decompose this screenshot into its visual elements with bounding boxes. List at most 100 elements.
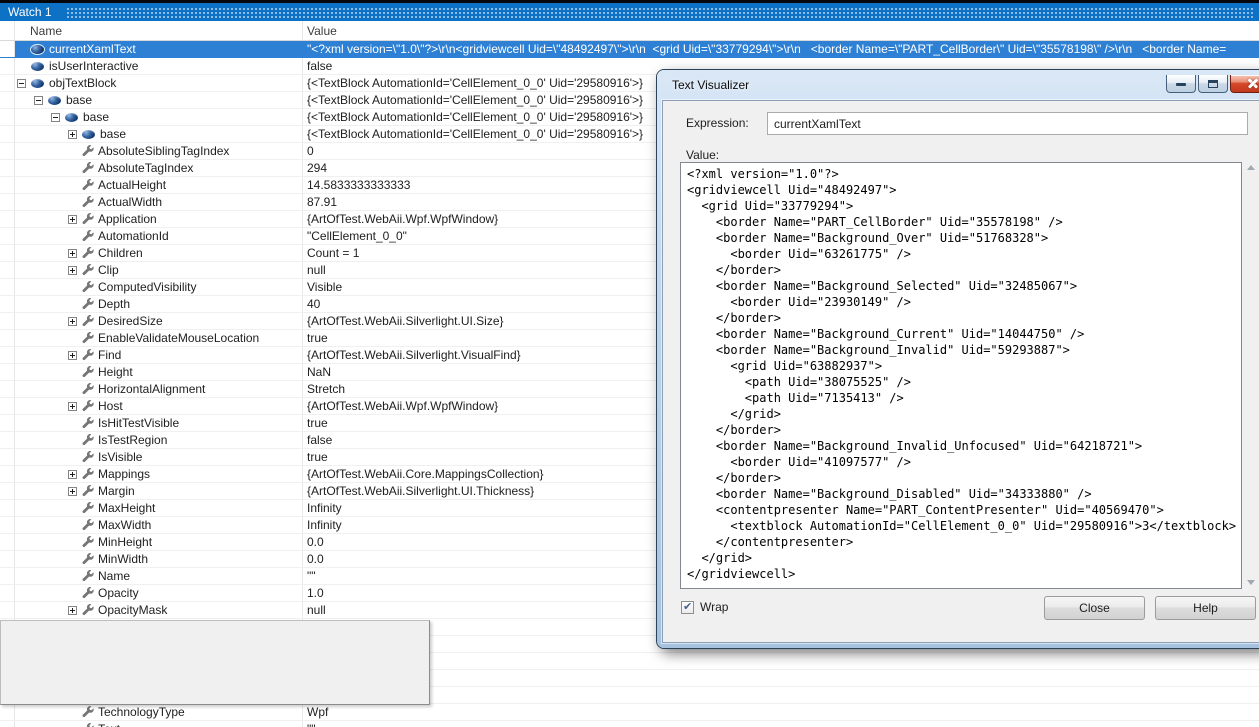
row-name-cell: Name [15, 568, 303, 584]
row-gutter [0, 568, 15, 584]
wrench-icon [82, 366, 94, 378]
value-label: Value: [686, 148, 720, 162]
row-name-cell: Children [15, 245, 303, 261]
expander-toggle[interactable] [34, 95, 43, 105]
wrench-icon [82, 179, 94, 191]
row-name: TechnologyType [98, 705, 185, 719]
expander-toggle[interactable] [68, 486, 77, 496]
column-header-name[interactable]: Name [15, 21, 303, 40]
wrench-icon [82, 723, 94, 727]
column-header-value[interactable]: Value [303, 21, 1259, 40]
row-name-cell: isUserInteractive [15, 58, 303, 74]
row-gutter [0, 75, 15, 91]
row-name: AbsoluteTagIndex [98, 161, 194, 175]
row-name: Height [98, 365, 133, 379]
value-text-box[interactable]: <?xml version="1.0"?> <gridviewcell Uid=… [680, 162, 1242, 589]
expander-toggle[interactable] [68, 248, 77, 258]
wrench-icon [82, 519, 94, 531]
row-gutter [0, 347, 15, 363]
close-button[interactable]: Close [1044, 596, 1145, 620]
row-name-cell: base [15, 92, 303, 108]
expander-toggle[interactable] [68, 265, 77, 275]
row-gutter [0, 245, 15, 261]
expander-toggle[interactable] [68, 316, 77, 326]
row-name-cell: Mappings [15, 466, 303, 482]
row-value[interactable] [303, 653, 1259, 669]
row-name-cell: Host [15, 398, 303, 414]
row-name: Name [98, 569, 131, 583]
watch-titlebar[interactable]: Watch 1 [0, 0, 1259, 21]
watch-row[interactable]: Text "" [0, 721, 1259, 727]
wrap-checkbox[interactable] [681, 600, 694, 614]
expander-toggle[interactable] [68, 350, 77, 360]
wrench-icon [82, 247, 94, 259]
row-gutter [0, 126, 15, 142]
expander-toggle[interactable] [68, 605, 77, 615]
row-name: Find [98, 348, 122, 362]
wrap-option: Wrap [681, 600, 728, 614]
wrench-icon [82, 570, 94, 582]
expander-toggle[interactable] [17, 78, 26, 88]
expander-toggle[interactable] [68, 469, 77, 479]
scroll-up-icon[interactable] [1247, 165, 1255, 170]
header-gutter [0, 21, 15, 40]
row-gutter [0, 364, 15, 380]
row-name: Text [98, 722, 120, 727]
row-name: MinWidth [98, 552, 149, 566]
help-button[interactable]: Help [1155, 596, 1256, 620]
row-name-cell: OpacityMask [15, 602, 303, 618]
row-name: Opacity [98, 586, 139, 600]
row-name: base [100, 127, 127, 141]
wrench-icon [82, 451, 94, 463]
row-gutter [0, 92, 15, 108]
wrench-icon [82, 298, 94, 310]
expression-label: Expression: [686, 116, 749, 130]
expander-toggle[interactable] [68, 214, 77, 224]
field-icon [65, 112, 78, 122]
row-name: IsVisible [98, 450, 143, 464]
wrench-icon [82, 502, 94, 514]
wrench-icon [82, 400, 94, 412]
row-name-cell: IsVisible [15, 449, 303, 465]
field-icon [48, 95, 61, 105]
row-name: IsHitTestVisible [98, 416, 180, 430]
text-visualizer-dialog: Text Visualizer Expression: Value: <?xml… [657, 70, 1259, 648]
row-value[interactable]: Wpf [303, 704, 1259, 720]
dialog-title: Text Visualizer [672, 78, 750, 92]
row-name: Host [98, 399, 123, 413]
expression-input[interactable] [767, 112, 1248, 135]
close-window-button[interactable] [1230, 75, 1259, 93]
row-gutter [0, 602, 15, 618]
row-value[interactable]: "" [303, 721, 1259, 727]
row-gutter [0, 398, 15, 414]
row-value[interactable]: "<?xml version=\"1.0\"?>\r\n<gridviewcel… [303, 41, 1259, 57]
scroll-down-icon[interactable] [1247, 580, 1255, 585]
row-gutter [0, 194, 15, 210]
expander-toggle[interactable] [68, 401, 77, 411]
row-name: Depth [98, 297, 131, 311]
watch-row[interactable]: TechnologyType Wpf [0, 704, 1259, 721]
row-name-cell: MaxWidth [15, 517, 303, 533]
window-controls [1166, 75, 1259, 93]
row-name-cell: MinHeight [15, 534, 303, 550]
row-value[interactable] [303, 670, 1259, 686]
minimize-button[interactable] [1166, 75, 1196, 93]
row-name: OpacityMask [98, 603, 168, 617]
row-gutter [0, 500, 15, 516]
row-name-cell: IsHitTestVisible [15, 415, 303, 431]
row-name-cell: DesiredSize [15, 313, 303, 329]
row-name-cell: Text [15, 721, 303, 727]
watch-row[interactable]: currentXamlText "<?xml version=\"1.0\"?>… [0, 41, 1259, 58]
maximize-button[interactable] [1198, 75, 1228, 93]
row-name: base [66, 93, 93, 107]
row-name-cell: currentXamlText [15, 41, 303, 57]
row-name: isUserInteractive [49, 59, 139, 73]
titlebar-grip-dots-icon [65, 7, 1255, 18]
expander-toggle[interactable] [51, 112, 60, 122]
expander-toggle[interactable] [68, 129, 77, 139]
row-name-cell: IsTestRegion [15, 432, 303, 448]
xml-value-text[interactable]: <?xml version="1.0"?> <gridviewcell Uid=… [681, 163, 1241, 585]
row-name-cell: AbsoluteSiblingTagIndex [15, 143, 303, 159]
row-gutter [0, 330, 15, 346]
row-value[interactable] [303, 687, 1259, 703]
